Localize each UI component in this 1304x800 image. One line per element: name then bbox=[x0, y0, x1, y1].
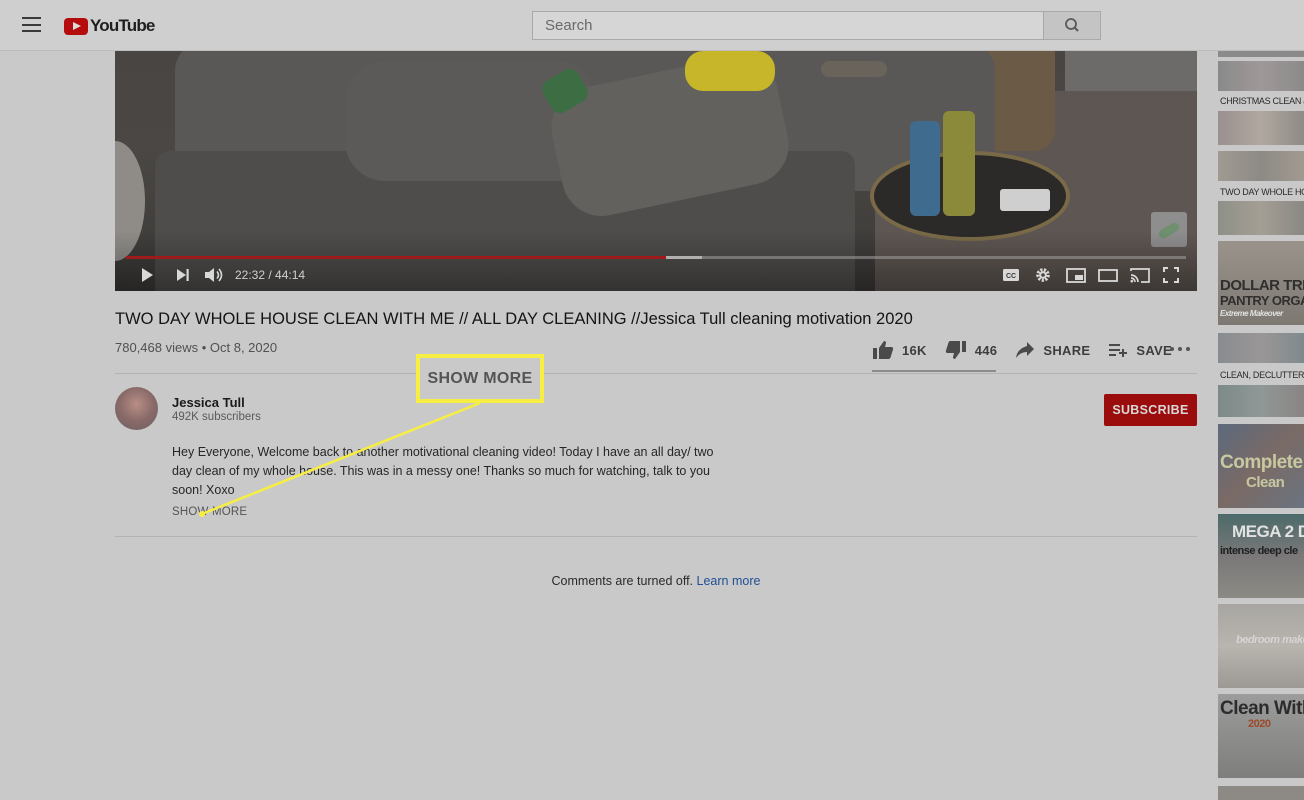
related-thumbnail[interactable]: CHRISTMAS CLEAN & DEC bbox=[1218, 61, 1304, 145]
related-thumbnail-text: Clean With bbox=[1220, 698, 1304, 719]
miniplayer-icon bbox=[1066, 267, 1086, 283]
related-thumbnail[interactable] bbox=[1218, 51, 1304, 57]
youtube-play-logo-icon bbox=[64, 17, 88, 35]
related-thumbnail[interactable]: DOLLAR TREE PANTRY ORGA Extreme Makeover bbox=[1218, 241, 1304, 325]
related-thumbnail[interactable]: CLEAN, DECLUTTER & OR bbox=[1218, 333, 1304, 417]
youtube-logo[interactable]: YouTube bbox=[64, 16, 155, 36]
next-button[interactable] bbox=[173, 265, 193, 285]
thumbs-up-icon bbox=[873, 341, 894, 359]
progress-bar[interactable] bbox=[126, 256, 1186, 259]
related-thumbnail-text: DOLLAR TREE bbox=[1220, 277, 1304, 294]
video-actions: 16K 446 SHARE SAVE bbox=[872, 338, 1190, 362]
divider bbox=[115, 373, 1197, 374]
volume-icon bbox=[205, 268, 223, 282]
save-label: SAVE bbox=[1136, 342, 1172, 358]
related-thumbnail-subtext: 2020 bbox=[1248, 718, 1271, 730]
related-thumbnail-text: CLEAN, DECLUTTER & OR bbox=[1220, 370, 1304, 380]
top-bar: YouTube bbox=[0, 0, 1304, 51]
settings-button[interactable] bbox=[1033, 265, 1053, 285]
related-thumbnail-text: CHRISTMAS CLEAN & DEC bbox=[1220, 96, 1304, 106]
skip-next-icon bbox=[177, 269, 189, 281]
fullscreen-button[interactable] bbox=[1161, 265, 1181, 285]
cast-button[interactable] bbox=[1129, 265, 1151, 285]
share-label: SHARE bbox=[1043, 342, 1091, 358]
thumbs-down-icon bbox=[945, 341, 966, 359]
related-thumbnail-subtext: intense deep cle bbox=[1220, 545, 1298, 557]
volume-button[interactable] bbox=[203, 265, 225, 285]
video-player[interactable]: 22:32 / 44:14 CC bbox=[115, 51, 1197, 291]
share-arrow-icon bbox=[1016, 342, 1035, 358]
like-button[interactable]: 16K bbox=[872, 340, 927, 360]
add-to-playlist-icon bbox=[1109, 344, 1128, 357]
related-thumbnail[interactable]: Complete Clean bbox=[1218, 424, 1304, 508]
comments-disabled-notice: Comments are turned off. Learn more bbox=[0, 574, 1304, 588]
related-thumbnail-text: TWO DAY WHOLE HOUSE bbox=[1220, 187, 1304, 197]
theater-mode-button[interactable] bbox=[1097, 265, 1119, 285]
search-button[interactable] bbox=[1043, 11, 1101, 40]
learn-more-link[interactable]: Learn more bbox=[697, 574, 761, 588]
related-thumbnail[interactable]: MEGA 2 Da intense deep cle bbox=[1218, 514, 1304, 598]
show-more-button[interactable]: SHOW MORE bbox=[172, 506, 247, 518]
time-display: 22:32 / 44:14 bbox=[235, 268, 306, 282]
channel-name[interactable]: Jessica Tull bbox=[172, 395, 245, 410]
gear-icon bbox=[1036, 268, 1050, 282]
subscriber-count: 492K subscribers bbox=[172, 411, 261, 423]
subscribe-button[interactable]: SUBSCRIBE bbox=[1104, 394, 1197, 426]
search-input[interactable] bbox=[533, 12, 1043, 39]
closed-captions-icon: CC bbox=[1003, 269, 1019, 281]
related-thumbnail[interactable]: bedroom make bbox=[1218, 604, 1304, 688]
svg-text:CC: CC bbox=[1006, 273, 1016, 280]
related-thumbnail[interactable]: Clean With 2020 bbox=[1218, 694, 1304, 778]
related-thumbnail-text: MEGA 2 Da bbox=[1232, 522, 1304, 541]
more-actions-icon[interactable] bbox=[1170, 347, 1190, 353]
play-icon bbox=[142, 268, 153, 282]
search-box bbox=[532, 11, 1044, 40]
save-button[interactable]: SAVE bbox=[1108, 342, 1172, 358]
miniplayer-button[interactable] bbox=[1065, 265, 1087, 285]
related-thumbnail-subtext: Clean bbox=[1246, 474, 1285, 491]
show-more-callout: SHOW MORE bbox=[416, 354, 544, 403]
related-thumbnail-extra: Extreme Makeover bbox=[1220, 309, 1283, 318]
comments-notice-text: Comments are turned off. bbox=[551, 574, 694, 588]
related-thumbnail[interactable] bbox=[1218, 786, 1304, 800]
theater-mode-icon bbox=[1098, 268, 1118, 282]
like-count: 16K bbox=[902, 342, 927, 358]
channel-avatar[interactable] bbox=[115, 387, 158, 430]
related-videos-column: CHRISTMAS CLEAN & DEC TWO DAY WHOLE HOUS… bbox=[1218, 51, 1304, 800]
progress-played bbox=[126, 256, 666, 259]
divider bbox=[115, 536, 1197, 537]
logo-text: YouTube bbox=[90, 16, 155, 35]
related-thumbnail-subtext: PANTRY ORGA bbox=[1220, 293, 1304, 308]
play-button[interactable] bbox=[137, 265, 157, 285]
view-count-and-date: 780,468 views • Oct 8, 2020 bbox=[115, 340, 278, 355]
related-thumbnail-text: Complete bbox=[1220, 452, 1303, 473]
fullscreen-icon bbox=[1163, 267, 1179, 283]
related-thumbnail[interactable]: TWO DAY WHOLE HOUSE bbox=[1218, 151, 1304, 235]
sentiment-bar bbox=[872, 370, 996, 372]
related-thumbnail-text: bedroom make bbox=[1236, 634, 1304, 646]
video-title: TWO DAY WHOLE HOUSE CLEAN WITH ME // ALL… bbox=[115, 310, 913, 328]
video-description: Hey Everyone, Welcome back to another mo… bbox=[172, 445, 714, 497]
captions-button[interactable]: CC bbox=[1001, 265, 1021, 285]
search-icon bbox=[1065, 18, 1079, 32]
dislike-count: 446 bbox=[974, 342, 998, 358]
dislike-button[interactable]: 446 bbox=[945, 340, 998, 360]
cast-icon bbox=[1130, 268, 1150, 283]
hamburger-menu-icon[interactable] bbox=[22, 17, 41, 32]
share-button[interactable]: SHARE bbox=[1015, 341, 1090, 359]
